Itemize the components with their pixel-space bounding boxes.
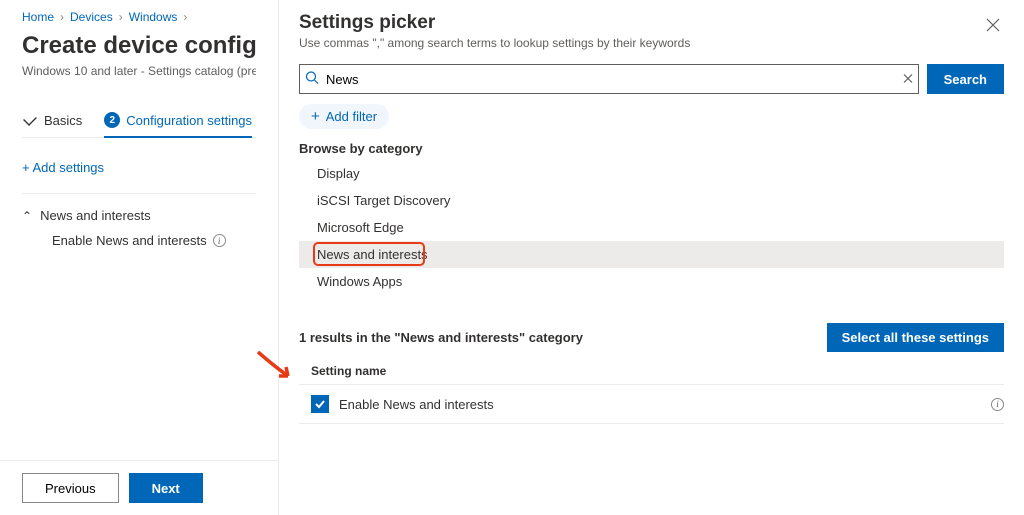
settings-group: ⌃ News and interests Enable News and int… xyxy=(22,193,256,248)
category-list: Display iSCSI Target Discovery Microsoft… xyxy=(299,160,1004,295)
browse-category-label: Browse by category xyxy=(299,141,1004,156)
add-filter-label: Add filter xyxy=(326,109,377,124)
result-row: Enable News and interests i xyxy=(299,385,1004,424)
category-windows-apps[interactable]: Windows Apps xyxy=(299,268,1004,295)
step-number-badge: 2 xyxy=(104,112,120,128)
search-row: Search xyxy=(299,64,1004,94)
add-filter-button[interactable]: + Add filter xyxy=(299,104,389,129)
breadcrumb-devices[interactable]: Devices xyxy=(70,10,113,24)
group-name: News and interests xyxy=(40,208,151,223)
plus-icon: + xyxy=(311,108,320,125)
wizard-footer: Previous Next xyxy=(0,460,278,515)
search-icon xyxy=(305,71,319,88)
result-setting-name: Enable News and interests xyxy=(339,397,494,412)
clear-search-button[interactable] xyxy=(903,72,913,87)
breadcrumb-windows[interactable]: Windows xyxy=(129,10,178,24)
wizard-tabs: Basics 2 Configuration settings xyxy=(22,112,256,138)
tab-basics[interactable]: Basics xyxy=(22,112,82,137)
tab-config-label: Configuration settings xyxy=(126,113,252,128)
close-icon xyxy=(986,18,1000,32)
category-display[interactable]: Display xyxy=(299,160,1004,187)
left-pane: Home › Devices › Windows › Create device… xyxy=(0,0,278,515)
category-edge[interactable]: Microsoft Edge xyxy=(299,214,1004,241)
result-checkbox[interactable] xyxy=(311,395,329,413)
chevron-right-icon: › xyxy=(183,10,187,24)
breadcrumb: Home › Devices › Windows › xyxy=(22,10,256,24)
settings-picker-panel: Settings picker Use commas "," among sea… xyxy=(278,0,1024,515)
chevron-right-icon: › xyxy=(119,10,123,24)
add-settings-link[interactable]: + Add settings xyxy=(22,160,256,175)
clear-icon xyxy=(903,74,913,84)
results-count-text: 1 results in the "News and interests" ca… xyxy=(299,330,583,345)
panel-title: Settings picker xyxy=(299,12,690,34)
results-header-row: 1 results in the "News and interests" ca… xyxy=(299,323,1004,352)
search-input[interactable] xyxy=(299,64,919,94)
info-icon[interactable]: i xyxy=(213,234,226,247)
panel-subtitle: Use commas "," among search terms to loo… xyxy=(299,36,690,50)
checkmark-icon xyxy=(314,398,326,410)
tab-basics-label: Basics xyxy=(44,113,82,128)
page-title: Create device configurat xyxy=(22,32,256,60)
group-header[interactable]: ⌃ News and interests xyxy=(22,208,256,223)
info-icon[interactable]: i xyxy=(991,398,1004,411)
category-news-and-interests[interactable]: News and interests xyxy=(299,241,1004,268)
search-button[interactable]: Search xyxy=(927,64,1004,94)
category-iscsi[interactable]: iSCSI Target Discovery xyxy=(299,187,1004,214)
chevron-up-icon: ⌃ xyxy=(22,209,32,223)
breadcrumb-home[interactable]: Home xyxy=(22,10,54,24)
close-button[interactable] xyxy=(982,12,1004,41)
tab-configuration-settings[interactable]: 2 Configuration settings xyxy=(104,112,252,138)
setting-row: Enable News and interests i xyxy=(22,223,256,248)
column-header-setting-name: Setting name xyxy=(299,356,1004,385)
chevron-right-icon: › xyxy=(60,10,64,24)
select-all-button[interactable]: Select all these settings xyxy=(827,323,1004,352)
setting-label: Enable News and interests xyxy=(52,233,207,248)
next-button[interactable]: Next xyxy=(129,473,203,503)
previous-button[interactable]: Previous xyxy=(22,473,119,503)
page-subtitle: Windows 10 and later - Settings catalog … xyxy=(22,64,256,78)
